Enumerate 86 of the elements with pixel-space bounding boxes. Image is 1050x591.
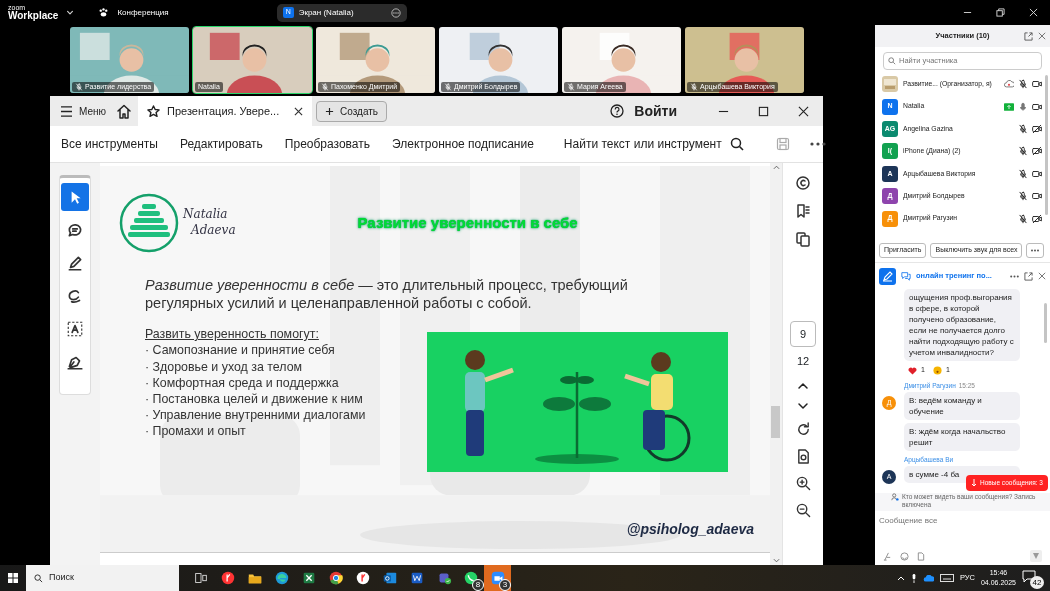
scrollbar-thumb[interactable] (1045, 75, 1048, 215)
toolbar-item[interactable]: Электронное подписание (392, 135, 534, 153)
person-icon (891, 493, 899, 501)
more-icon (390, 7, 401, 18)
tab-title: Презентация. Увере... (167, 103, 281, 119)
menu-icon (60, 105, 73, 117)
chevron-up-icon[interactable] (797, 381, 809, 390)
format-icon[interactable] (883, 551, 892, 561)
count-badge: 8 (472, 579, 484, 591)
menu-button[interactable]: Меню (50, 96, 117, 126)
search-icon (888, 57, 896, 65)
notification-button[interactable]: 42 (1022, 567, 1044, 589)
toolbar-item[interactable]: Преобразовать (284, 135, 370, 153)
chat-icon (901, 271, 911, 281)
text-box-icon (66, 320, 84, 338)
scroll-up-icon[interactable] (772, 165, 780, 170)
find-field[interactable]: Найти текст или инструмент (563, 135, 722, 153)
page-total: 12 (796, 354, 810, 369)
plus-icon (325, 106, 335, 116)
share-label: Экран (Natalia) (298, 6, 355, 19)
heart-icon (908, 366, 917, 375)
maximize-icon[interactable] (757, 105, 769, 117)
chat-bubble-icon (462, 570, 479, 586)
document-tab[interactable]: Презентация. Увере... (138, 96, 313, 126)
chevron-down-icon[interactable] (66, 8, 75, 17)
search-icon (34, 573, 43, 583)
star-icon[interactable] (147, 104, 161, 118)
keyboard-icon[interactable] (939, 574, 954, 582)
create-button[interactable]: Создать (316, 100, 388, 122)
popout-icon[interactable] (1024, 271, 1033, 281)
copy-pages-icon[interactable] (795, 231, 811, 247)
document-icon[interactable] (795, 448, 811, 464)
meeting-label[interactable]: Конференция (117, 6, 169, 19)
message-bubble: ощущения проф.выгорания в сфере, в которой получено образование, если не получается долго найти подходящую работу с учетом инвалидности? (904, 289, 1020, 361)
mic-icon[interactable] (910, 573, 917, 583)
task-view-icon (192, 570, 209, 586)
toolbar-item[interactable]: Все инструменты (61, 135, 158, 153)
paw-icon (98, 7, 110, 18)
browser-icon (273, 570, 290, 586)
page-number-field[interactable]: 9 (790, 321, 816, 347)
popout-icon[interactable] (1024, 31, 1033, 41)
bookmark-icon[interactable] (795, 203, 811, 219)
scrollbar-thumb[interactable] (771, 406, 780, 438)
arrow-down-icon (971, 479, 977, 488)
muted-mic-icon (444, 83, 452, 91)
close-icon[interactable] (797, 105, 809, 117)
emoji-icon[interactable] (900, 551, 909, 561)
count-badge: 42 (1030, 576, 1044, 589)
mail-icon (381, 570, 398, 586)
muted-mic-icon (75, 83, 83, 91)
more-icon (1031, 248, 1040, 252)
video-call-icon (489, 570, 506, 586)
close-icon[interactable] (294, 106, 304, 116)
brand-text: Workplace (8, 11, 59, 21)
toolbar-item[interactable]: Редактировать (179, 135, 263, 153)
taskbar-app[interactable]: 3 (484, 565, 511, 591)
file-icon[interactable] (917, 551, 925, 561)
search-icon[interactable] (729, 137, 744, 151)
emoji-icon (932, 366, 942, 375)
more-icon[interactable] (809, 142, 826, 146)
chevron-down-icon[interactable] (797, 401, 809, 410)
cloud-icon[interactable] (922, 574, 934, 582)
muted-mic-icon (567, 83, 575, 91)
muted-mic-icon (690, 83, 698, 91)
scroll-down-icon[interactable] (772, 558, 780, 563)
muted-mic-icon (321, 83, 329, 91)
send-icon[interactable] (1030, 550, 1042, 562)
zoom-in-icon[interactable] (795, 475, 811, 491)
compose-icon[interactable] (879, 267, 896, 285)
browser-icon (354, 570, 371, 586)
restore-icon[interactable] (996, 8, 1005, 17)
scrollbar-thumb[interactable] (1044, 303, 1047, 343)
message-field[interactable]: Сообщение все (879, 515, 1046, 543)
sign-in-link[interactable]: Войти (634, 100, 677, 122)
rotate-icon[interactable] (795, 421, 811, 437)
browser-icon (327, 570, 344, 586)
zoom-out-icon[interactable] (795, 502, 811, 518)
more-icon[interactable] (1010, 274, 1019, 278)
message-bubble: В: ждём когда начальство решит (904, 422, 1020, 451)
message-bubble: В: ведём команду и обучение (904, 391, 1020, 420)
taskbar-search[interactable]: Поиск (26, 565, 179, 591)
home-icon[interactable] (116, 103, 133, 119)
pen-icon (66, 254, 84, 272)
count-badge: 3 (499, 579, 511, 591)
app-icon (219, 570, 236, 586)
help-icon[interactable] (610, 104, 625, 118)
